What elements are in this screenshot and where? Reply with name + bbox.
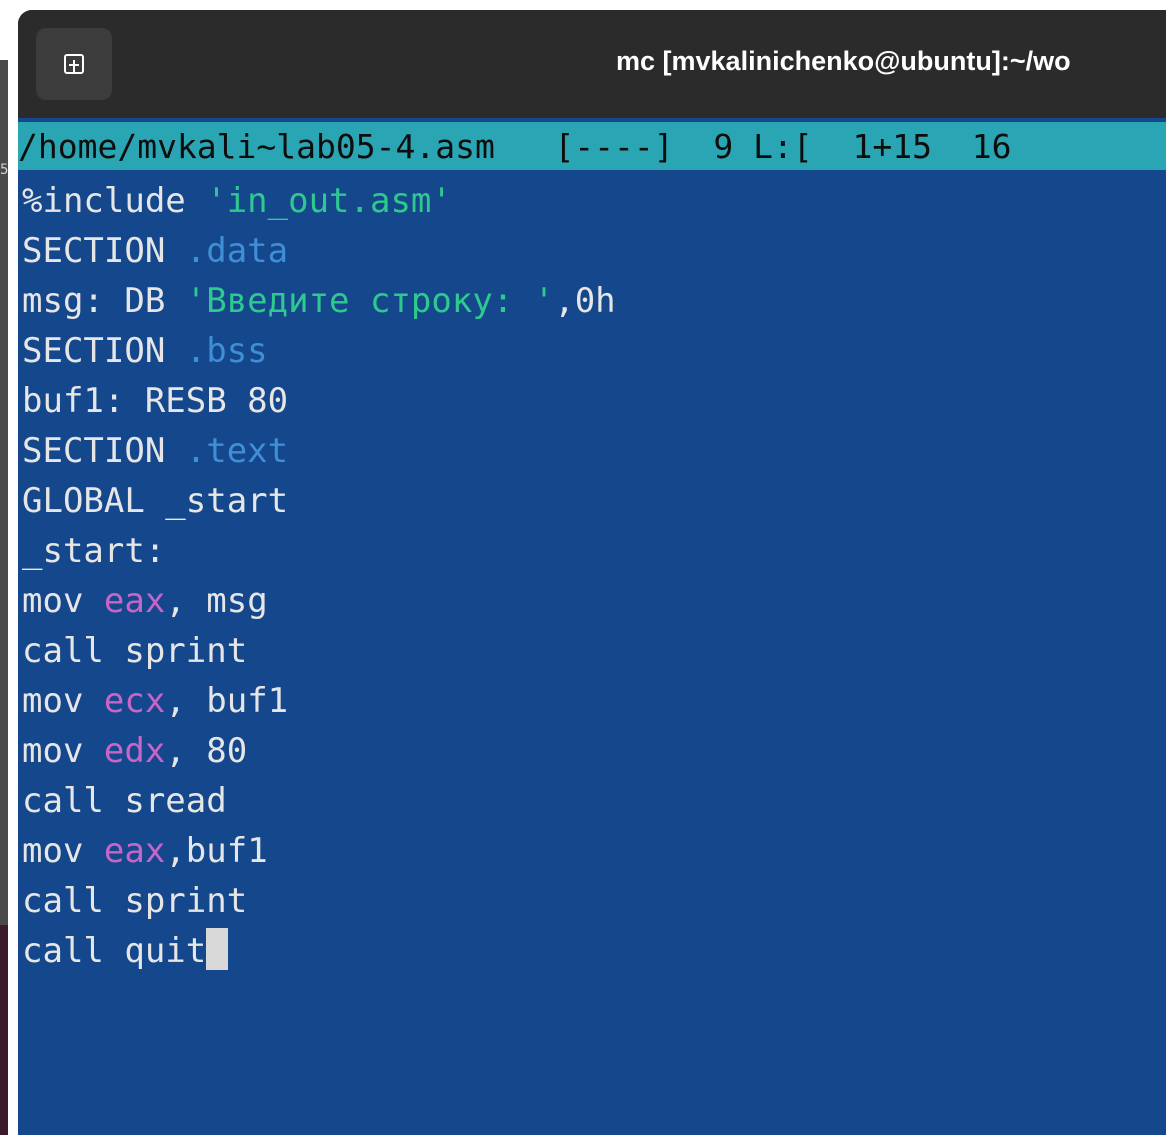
text-cursor	[206, 928, 229, 970]
status-line-position: 1+15	[852, 126, 932, 166]
code-token: msg: DB	[22, 281, 186, 321]
code-token: call sread	[22, 781, 227, 821]
title-bar[interactable]: mc [mvkalinichenko@ubuntu]:~/wo	[18, 10, 1166, 118]
code-line[interactable]: %include 'in_out.asm'	[22, 176, 616, 226]
status-column: 9	[713, 126, 734, 166]
code-line[interactable]: call sprint	[22, 876, 616, 926]
status-total-lines: 16	[971, 126, 1012, 166]
code-token: mov	[22, 581, 104, 621]
code-line[interactable]: SECTION .bss	[22, 326, 616, 376]
desktop: 5 mc [mvkalinichenko@ubuntu]:~/wo /home/…	[0, 0, 1166, 1135]
code-token: mov	[22, 831, 104, 871]
desktop-background-lower	[0, 925, 8, 1135]
code-token: mov	[22, 731, 104, 771]
code-line[interactable]: SECTION .text	[22, 426, 616, 476]
status-line-label: L:[	[753, 126, 813, 166]
code-token: eax	[103, 581, 166, 621]
code-token: _start:	[22, 531, 166, 571]
code-token: call quit	[22, 931, 207, 971]
code-token: ,buf1	[165, 831, 268, 871]
code-token: buf1: RESB 80	[22, 381, 289, 421]
code-line[interactable]: buf1: RESB 80	[22, 376, 616, 426]
code-token: , msg	[165, 581, 268, 621]
code-line[interactable]: call quit	[22, 926, 616, 976]
code-line[interactable]: _start:	[22, 526, 616, 576]
code-token: %include	[22, 181, 207, 221]
status-modified-flags: [----]	[554, 126, 674, 166]
code-token: .bss	[185, 331, 268, 371]
code-token: SECTION	[22, 231, 186, 271]
code-token: ecx	[103, 681, 166, 721]
code-token: call sprint	[22, 881, 248, 921]
new-tab-icon	[64, 54, 84, 74]
background-window-edge-text: 5	[0, 162, 8, 178]
editor-status-bar: /home/mvkali~lab05-4.asm [----] 9 L:[ 1+…	[18, 122, 1166, 170]
code-token: SECTION	[22, 431, 186, 471]
code-area[interactable]: %include 'in_out.asm' SECTION .data msg: D…	[22, 176, 616, 976]
status-file-path: /home/mvkali~lab05-4.asm	[18, 126, 495, 166]
code-line[interactable]: msg: DB 'Введите строку: ',0h	[22, 276, 616, 326]
code-line[interactable]: mov ecx, buf1	[22, 676, 616, 726]
code-line[interactable]: SECTION .data	[22, 226, 616, 276]
code-line[interactable]: mov eax,buf1	[22, 826, 616, 876]
new-tab-button[interactable]	[36, 28, 112, 100]
code-token: 'Введите строку: '	[185, 281, 555, 321]
mcedit-editor[interactable]: /home/mvkali~lab05-4.asm [----] 9 L:[ 1+…	[18, 118, 1166, 1135]
code-token: ,0h	[554, 281, 616, 321]
code-line[interactable]: mov edx, 80	[22, 726, 616, 776]
code-line[interactable]: GLOBAL _start	[22, 476, 616, 526]
code-token: 'in_out.asm'	[206, 181, 452, 221]
code-token: , 80	[165, 731, 248, 771]
code-token: , buf1	[165, 681, 289, 721]
terminal-window: mc [mvkalinichenko@ubuntu]:~/wo /home/mv…	[18, 10, 1166, 1135]
code-token: .text	[185, 431, 289, 471]
code-token: eax	[103, 831, 166, 871]
code-line[interactable]: call sprint	[22, 626, 616, 676]
code-token: GLOBAL _start	[22, 481, 289, 521]
code-token: mov	[22, 681, 104, 721]
code-token: edx	[103, 731, 166, 771]
code-token: SECTION	[22, 331, 186, 371]
window-title: mc [mvkalinichenko@ubuntu]:~/wo	[616, 46, 1071, 76]
code-token: .data	[185, 231, 289, 271]
code-line[interactable]: mov eax, msg	[22, 576, 616, 626]
code-line[interactable]: call sread	[22, 776, 616, 826]
code-token: call sprint	[22, 631, 248, 671]
